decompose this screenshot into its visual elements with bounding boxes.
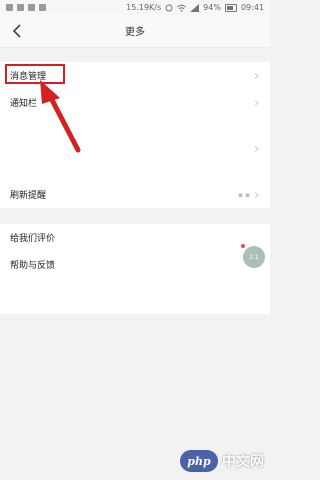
notification-icon	[17, 4, 24, 11]
notification-dot	[241, 244, 245, 248]
refresh-setting-indicator: ▪ ▪	[238, 190, 250, 199]
menu-item-refresh-reminder[interactable]: 刷新提醒 ▪ ▪	[0, 181, 270, 208]
chevron-right-icon	[254, 145, 259, 152]
menu-item-label: 通知栏	[10, 99, 38, 109]
menu-item-blank	[0, 116, 270, 181]
network-speed: 15.19K/s	[126, 3, 162, 12]
chevron-right-icon	[254, 72, 259, 79]
section-divider	[0, 208, 270, 224]
alarm-icon	[165, 4, 173, 11]
wifi-icon	[177, 4, 186, 12]
watermark-text: 中文网	[222, 454, 264, 470]
menu-item-label: 帮助与反馈	[10, 261, 56, 271]
menu-item-label: 给我们评价	[10, 234, 56, 244]
battery-percent: 94%	[203, 3, 221, 12]
chevron-right-icon	[254, 191, 259, 198]
menu-item-rate-us[interactable]: 给我们评价	[0, 224, 270, 251]
status-right: 15.19K/s 94% 09:41	[126, 3, 264, 12]
notification-icon	[6, 4, 13, 11]
floating-button-label: 2:1	[249, 253, 259, 261]
clock: 09:41	[240, 3, 264, 12]
page-title: 更多	[125, 27, 145, 38]
nav-bar: 更多	[0, 15, 270, 48]
signal-icon	[190, 3, 200, 12]
menu-item-notification-bar[interactable]: 通知栏	[0, 89, 270, 116]
highlight-box	[5, 64, 65, 84]
menu-item-help-feedback[interactable]: 帮助与反馈	[0, 251, 270, 278]
chevron-right-icon	[254, 99, 259, 106]
menu-item-label: 刷新提醒	[10, 191, 47, 201]
notification-icon	[39, 4, 46, 11]
status-bar: 15.19K/s 94% 09:41	[0, 0, 270, 15]
php-logo: php	[180, 450, 218, 472]
floating-assist-button[interactable]: 2:1	[241, 244, 265, 268]
watermark: php 中文网	[180, 450, 264, 472]
list-filler	[0, 278, 270, 314]
battery-icon	[224, 3, 237, 12]
status-notification-icons	[6, 4, 46, 11]
notification-icon	[28, 4, 35, 11]
support-list: 给我们评价 帮助与反馈	[0, 224, 270, 314]
